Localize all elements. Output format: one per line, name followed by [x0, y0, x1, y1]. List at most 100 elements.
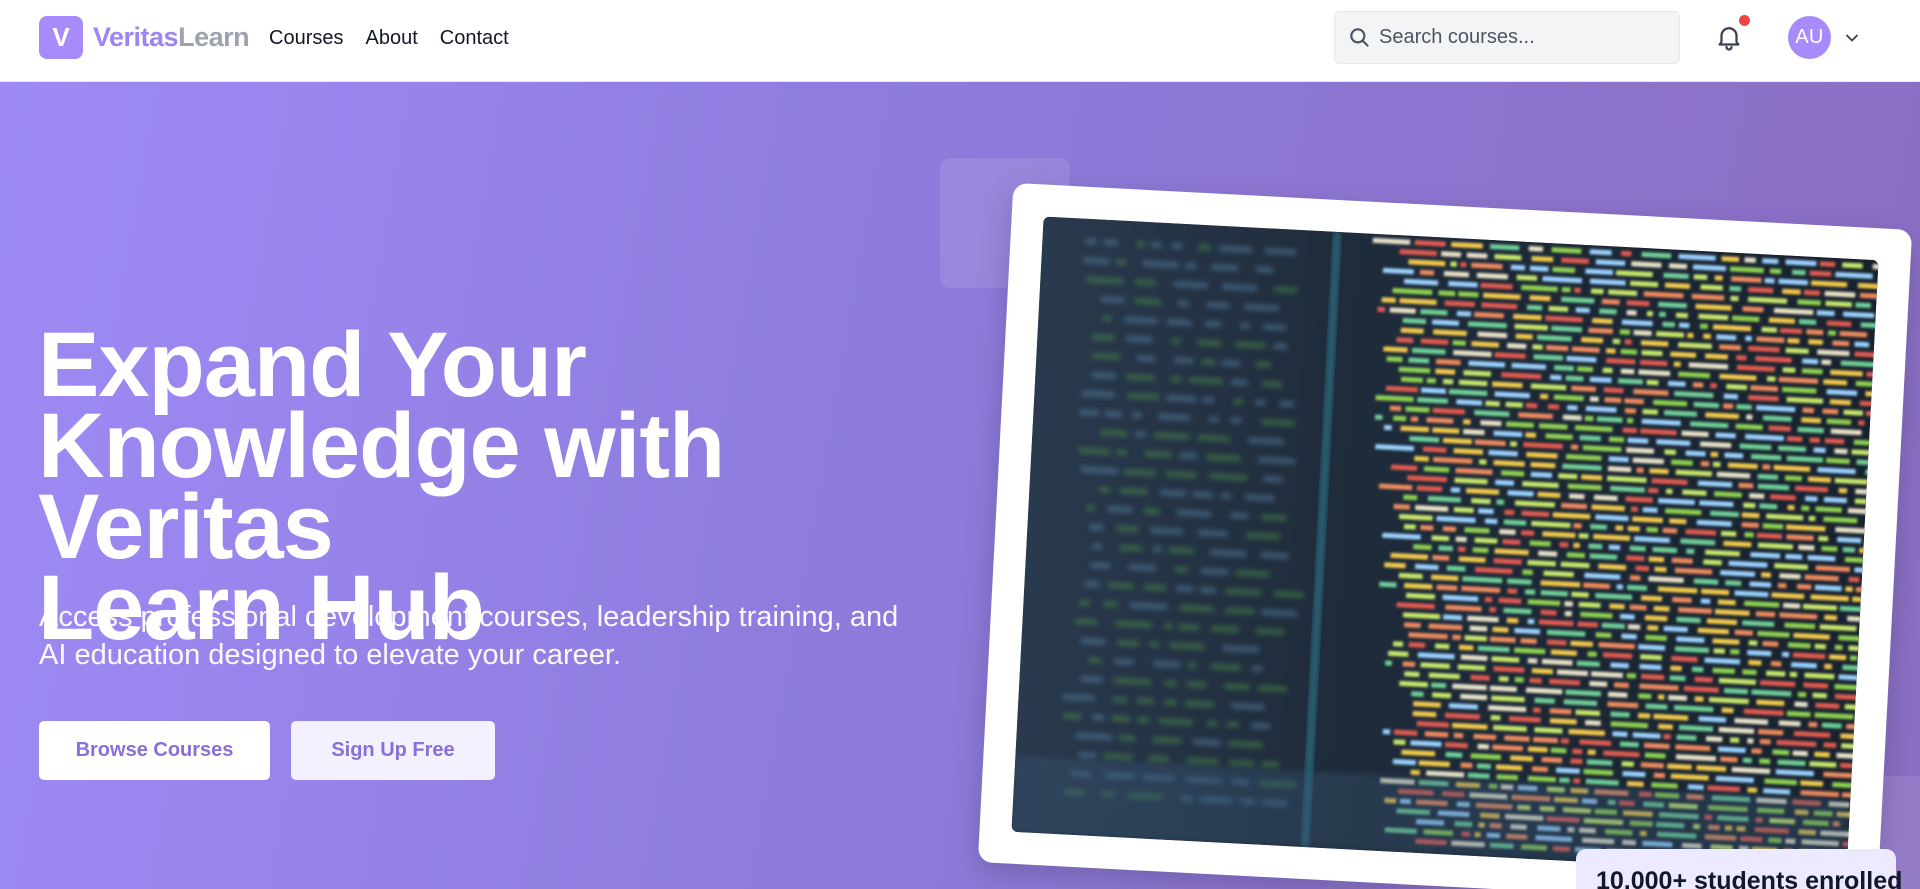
code-token: [1834, 448, 1848, 455]
code-token: [1558, 473, 1578, 480]
code-token: [1445, 751, 1463, 758]
code-token: [1540, 609, 1557, 616]
code-token: [1393, 739, 1406, 745]
code-token: [1584, 415, 1594, 422]
code-token-blurred: [1116, 259, 1127, 265]
code-token: [1787, 338, 1800, 344]
code-token: [1520, 638, 1537, 644]
code-token: [1814, 751, 1830, 758]
nav-about[interactable]: About: [365, 24, 417, 52]
code-token: [1742, 669, 1757, 676]
notification-dot: [1739, 15, 1750, 26]
code-token: [1527, 746, 1548, 753]
code-token: [1710, 383, 1717, 389]
bell-icon[interactable]: [1714, 22, 1744, 52]
code-token: [1838, 487, 1848, 494]
code-token-blurred: [1187, 662, 1197, 669]
code-token: [1432, 554, 1450, 561]
code-token: [1626, 673, 1637, 679]
code-token: [1562, 414, 1582, 421]
code-token: [1678, 322, 1690, 329]
code-token-blurred: [1089, 524, 1104, 531]
code-token: [1721, 707, 1734, 714]
code-token-blurred: [1226, 721, 1239, 728]
code-token: [1692, 382, 1704, 388]
logo-text[interactable]: VeritasLearn: [93, 20, 250, 54]
code-token: [1438, 290, 1456, 297]
code-token: [1599, 308, 1617, 315]
code-token: [1738, 482, 1754, 489]
code-token: [1843, 409, 1864, 416]
code-token: [1842, 262, 1863, 269]
chevron-down-icon[interactable]: [1842, 28, 1862, 48]
code-token: [1814, 643, 1827, 650]
code-token: [1566, 552, 1586, 559]
code-token-blurred: [1201, 359, 1216, 365]
code-token: [1441, 251, 1462, 258]
code-token-blurred: [1164, 623, 1173, 629]
nav-courses[interactable]: Courses: [269, 24, 343, 52]
code-token: [1665, 488, 1673, 495]
code-token-blurred: [1143, 508, 1160, 515]
code-token: [1404, 671, 1420, 678]
code-token-blurred: [1116, 449, 1127, 456]
code-token-blurred: [1153, 546, 1162, 553]
code-token: [1848, 576, 1860, 583]
code-token: [1736, 404, 1752, 410]
code-token: [1736, 354, 1747, 361]
code-token: [1627, 624, 1641, 630]
code-token: [1469, 625, 1488, 632]
avatar[interactable]: AU: [1788, 16, 1831, 59]
code-token: [1865, 410, 1879, 417]
code-token: [1613, 682, 1629, 689]
search-input[interactable]: [1379, 12, 1669, 63]
code-token: [1587, 651, 1597, 657]
code-token: [1847, 508, 1869, 515]
code-token: [1747, 738, 1754, 744]
code-token: [1657, 694, 1665, 700]
nav-contact[interactable]: Contact: [440, 24, 509, 52]
code-token: [1872, 264, 1879, 270]
code-token: [1802, 407, 1815, 414]
hero-section: Expand Your Knowledge with Veritas Learn…: [0, 82, 1920, 889]
code-token: [1553, 365, 1574, 372]
code-token: [1529, 265, 1549, 272]
code-token: [1675, 312, 1689, 319]
code-token: [1710, 451, 1719, 458]
code-token: [1615, 525, 1624, 531]
code-token: [1612, 731, 1628, 738]
code-token: [1642, 408, 1659, 415]
code-token: [1662, 321, 1676, 328]
code-token: [1806, 329, 1824, 336]
code-token: [1510, 264, 1526, 271]
code-token: [1534, 697, 1555, 704]
code-token: [1499, 529, 1516, 535]
code-token: [1787, 504, 1795, 511]
code-token: [1801, 417, 1821, 424]
code-token: [1821, 359, 1832, 365]
logo-badge[interactable]: V: [39, 16, 83, 59]
code-token: [1845, 586, 1853, 592]
code-token: [1824, 438, 1845, 445]
code-token: [1572, 748, 1583, 755]
code-token: [1389, 405, 1402, 412]
browse-courses-button[interactable]: Browse Courses: [39, 721, 270, 780]
code-token: [1547, 403, 1560, 410]
code-token: [1746, 414, 1753, 420]
code-token: [1575, 307, 1590, 314]
code-token-blurred: [1136, 355, 1156, 362]
code-token: [1528, 245, 1544, 252]
code-token: [1510, 441, 1517, 447]
code-token: [1797, 691, 1807, 698]
logo-text-veritas: Veritas: [93, 22, 179, 52]
code-token: [1434, 643, 1450, 650]
code-token: [1495, 479, 1515, 486]
code-token-blurred: [1179, 452, 1197, 459]
code-token: [1762, 464, 1771, 470]
code-token: [1410, 769, 1420, 776]
code-token: [1541, 756, 1563, 764]
code-token: [1700, 598, 1711, 604]
code-token: [1502, 539, 1521, 545]
sign-up-free-button[interactable]: Sign Up Free: [291, 721, 495, 780]
code-token: [1755, 611, 1776, 618]
